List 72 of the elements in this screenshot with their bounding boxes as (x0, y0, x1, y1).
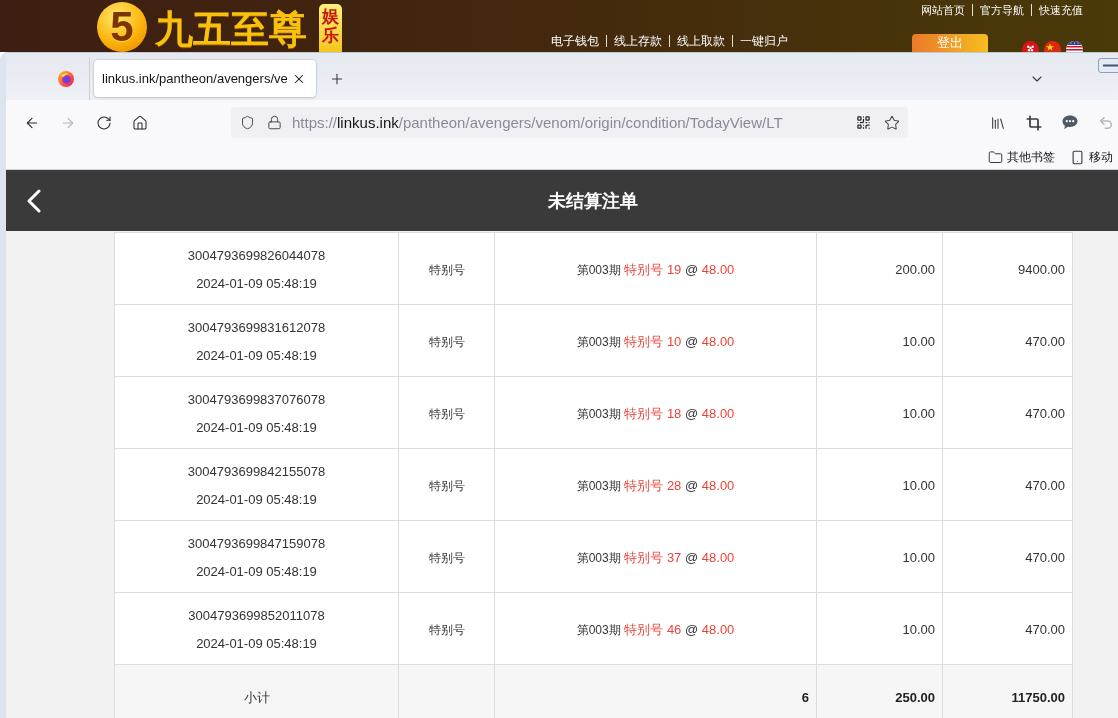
payout-amount: 470.00 (1025, 550, 1065, 565)
page-title: 未结算注单 (548, 189, 638, 213)
app-logo-icon (58, 70, 74, 87)
crop-icon[interactable] (1026, 114, 1042, 131)
address-field[interactable]: https://linkus.ink/pantheon/avengers/venom/origin/condition/TodayView/LT (231, 107, 908, 138)
stake-amount: 200.00 (895, 262, 935, 277)
bet-type: 特别号 (428, 406, 465, 421)
qr-code-icon[interactable] (856, 115, 871, 130)
bet-detail: 第003期 特别号 18 @ 48.00 (576, 406, 735, 421)
bet-count: 6 (801, 690, 809, 705)
subtotal-label: 小计 (243, 690, 270, 705)
account-link[interactable]: 电子钱包 (551, 34, 599, 48)
bet-type: 特别号 (428, 334, 465, 349)
tagline-badge: 娱乐 (319, 4, 342, 52)
stake-amount: 10.00 (902, 622, 935, 637)
top-link[interactable]: 快速充值 (1039, 3, 1083, 17)
bet-id: 3004793699847159078 (187, 536, 326, 551)
bet-id: 3004793699831612078 (187, 320, 326, 335)
bet-detail: 第003期 特别号 37 @ 48.00 (576, 550, 735, 565)
bet-time: 2024-01-09 05:48:19 (196, 492, 317, 507)
home-icon[interactable] (132, 114, 148, 131)
bet-type: 特别号 (428, 550, 465, 565)
lock-icon[interactable] (267, 115, 282, 130)
back-chevron-icon[interactable] (27, 188, 41, 213)
payout-amount: 470.00 (1025, 478, 1065, 493)
account-link[interactable]: 线上存款 (614, 34, 662, 48)
payout-amount: 9400.00 (1018, 262, 1065, 277)
stripes-flag-icon[interactable] (1066, 41, 1083, 52)
browser-tab[interactable]: linkus.ink/pantheon/avengers/ve (94, 60, 316, 97)
top-link[interactable]: 官方导航 (980, 3, 1024, 17)
reload-icon[interactable] (96, 114, 112, 131)
payout-amount: 470.00 (1025, 334, 1065, 349)
bet-type: 特别号 (428, 478, 465, 493)
folder-icon (988, 149, 1003, 165)
bet-detail: 第003期 特别号 19 @ 48.00 (576, 262, 735, 277)
bet-detail: 第003期 特别号 10 @ 48.00 (576, 334, 735, 349)
bet-time: 2024-01-09 05:48:19 (196, 348, 317, 363)
bet-id: 3004793699837076078 (187, 392, 326, 407)
stake-amount: 10.00 (902, 478, 935, 493)
bet-id: 3004793699842155078 (187, 464, 326, 479)
payout-amount: 470.00 (1025, 622, 1065, 637)
bet-id: 3004793699826044078 (187, 248, 326, 263)
site-name: 九五至尊 (155, 9, 307, 49)
chat-bubble-icon[interactable] (1062, 115, 1078, 130)
phone-icon (1070, 149, 1085, 165)
bet-detail: 第003期 特别号 46 @ 48.00 (576, 622, 735, 637)
stake-amount: 10.00 (902, 334, 935, 349)
bet-detail: 第003期 特别号 28 @ 48.00 (576, 478, 735, 493)
star-flag-icon[interactable] (1044, 41, 1061, 52)
bet-type: 特别号 (428, 622, 465, 637)
bet-time: 2024-01-09 05:48:19 (196, 420, 317, 435)
flower-flag-icon[interactable] (1022, 41, 1039, 52)
payout-total: 11750.00 (1011, 690, 1065, 705)
star-icon[interactable] (884, 114, 900, 131)
library-icon[interactable] (990, 114, 1006, 131)
top-link[interactable]: 网站首页 (921, 3, 965, 17)
stake-amount: 10.00 (902, 550, 935, 565)
bookmark-button[interactable]: 其他书签 (988, 148, 1055, 166)
bet-time: 2024-01-09 05:48:19 (196, 564, 317, 579)
bet-id: 3004793699852011078 (188, 608, 325, 623)
bet-time: 2024-01-09 05:48:19 (196, 276, 317, 291)
stake-amount: 10.00 (902, 406, 935, 421)
bet-time: 2024-01-09 05:48:19 (196, 636, 317, 651)
account-link[interactable]: 一键归户 (740, 34, 788, 48)
minimize-icon[interactable] (1098, 58, 1118, 73)
payout-amount: 470.00 (1025, 406, 1065, 421)
logo-mark: 5 (97, 2, 147, 52)
bookmark-button[interactable]: 移动 (1070, 148, 1113, 166)
stake-total: 250.00 (895, 690, 935, 705)
account-link[interactable]: 线上取款 (677, 34, 725, 48)
bet-type: 特别号 (428, 262, 465, 277)
shield-icon[interactable] (240, 115, 255, 130)
